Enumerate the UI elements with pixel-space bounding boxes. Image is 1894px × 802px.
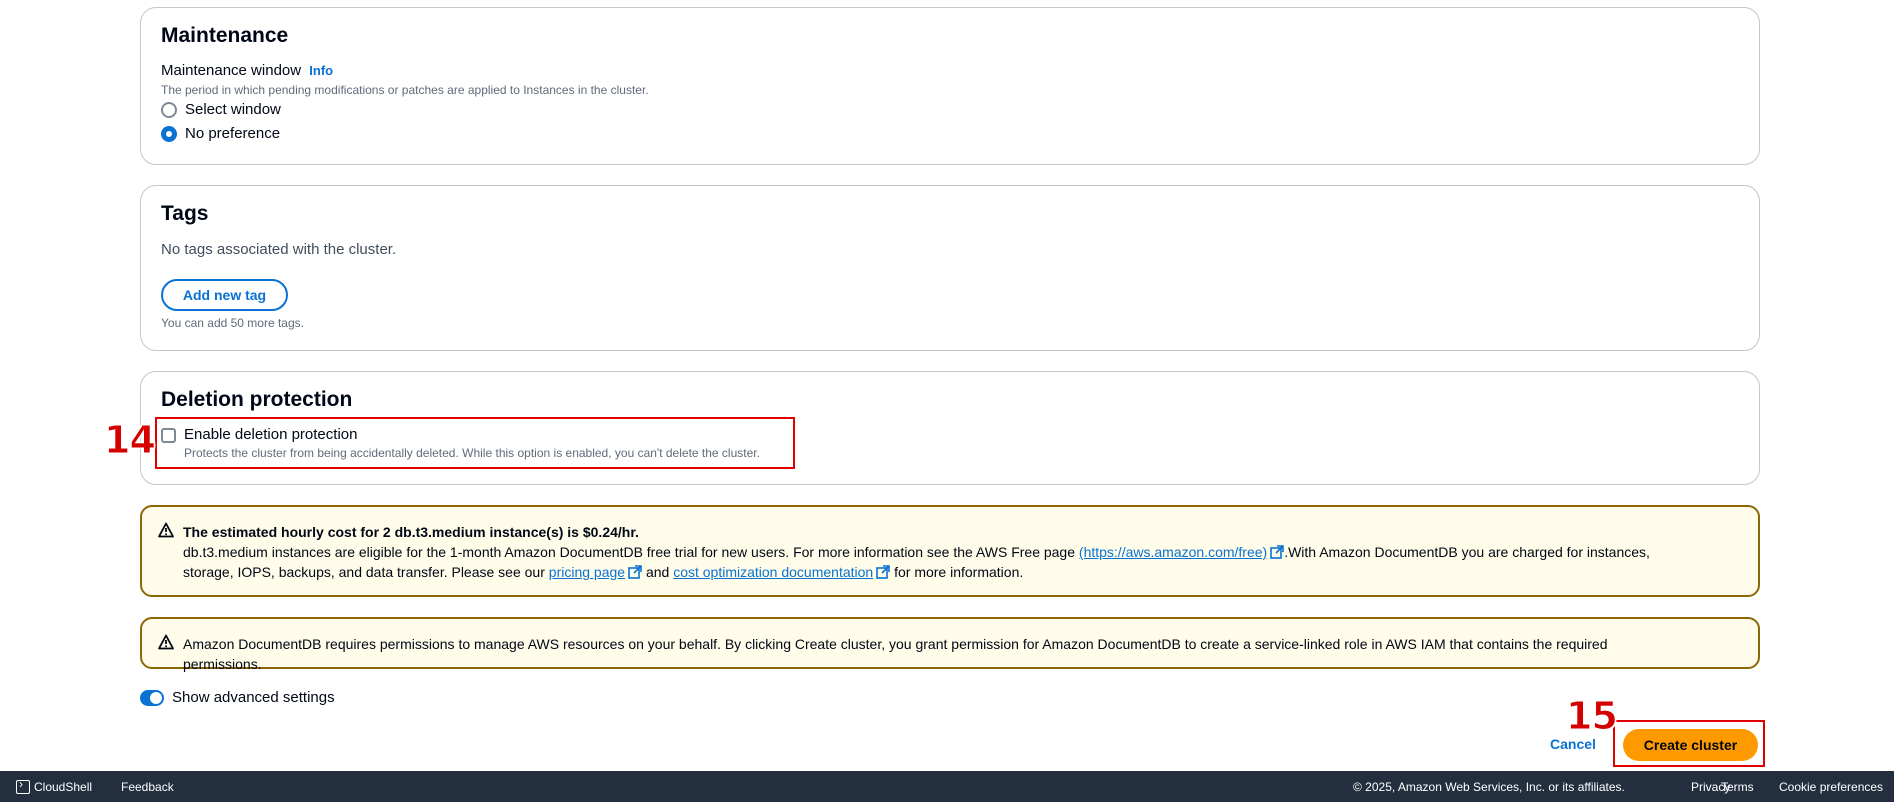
advanced-settings-toggle[interactable]: Show advanced settings bbox=[140, 689, 335, 706]
warning-icon bbox=[158, 634, 174, 650]
radio-button[interactable] bbox=[161, 101, 177, 118]
aws-free-link[interactable]: (https://aws.amazon.com/free) bbox=[1079, 544, 1267, 560]
cloudshell-label: CloudShell bbox=[34, 780, 93, 794]
cost-alert-heading: The estimated hourly cost for 2 db.t3.me… bbox=[183, 524, 639, 540]
tags-panel: Tags No tags associated with the cluster… bbox=[140, 185, 1760, 351]
maintenance-window-label: Maintenance window Info bbox=[161, 62, 333, 79]
radio-no-preference[interactable]: No preference bbox=[161, 125, 280, 142]
info-link[interactable]: Info bbox=[309, 63, 333, 78]
advanced-settings-label: Show advanced settings bbox=[172, 689, 335, 706]
console-footer: CloudShell Feedback © 2025, Amazon Web S… bbox=[0, 771, 1894, 802]
external-link-icon bbox=[1270, 545, 1285, 559]
step-annotation-15: 15 bbox=[1566, 694, 1619, 739]
cost-estimate-alert: The estimated hourly cost for 2 db.t3.me… bbox=[140, 505, 1760, 597]
maintenance-title: Maintenance bbox=[161, 24, 289, 47]
highlight-box-14 bbox=[155, 417, 795, 469]
permission-alert-text: Amazon DocumentDB requires permissions t… bbox=[183, 636, 1608, 672]
maintenance-window-text: Maintenance window bbox=[161, 62, 302, 79]
cost-alert-text: db.t3.medium instances are eligible for … bbox=[183, 542, 1688, 582]
tags-limit-note: You can add 50 more tags. bbox=[161, 316, 304, 330]
cookie-preferences-link[interactable]: Cookie preferences bbox=[1779, 780, 1883, 794]
add-new-tag-button[interactable]: Add new tag bbox=[161, 279, 288, 311]
radio-label: No preference bbox=[185, 125, 281, 142]
cancel-button[interactable]: Cancel bbox=[1550, 736, 1596, 752]
terms-link[interactable]: Terms bbox=[1721, 780, 1754, 794]
external-link-icon bbox=[628, 565, 642, 579]
no-tags-text: No tags associated with the cluster. bbox=[161, 241, 397, 258]
radio-label: Select window bbox=[185, 101, 281, 118]
warning-icon bbox=[158, 522, 174, 538]
cloudshell-icon bbox=[16, 777, 30, 794]
cloudshell-button[interactable]: CloudShell bbox=[16, 777, 93, 794]
step-annotation-14: 14 bbox=[104, 418, 157, 463]
external-link-icon bbox=[876, 565, 891, 579]
highlight-box-15 bbox=[1613, 720, 1765, 767]
cost-text-3: and bbox=[642, 564, 674, 580]
feedback-link[interactable]: Feedback bbox=[121, 780, 174, 794]
copyright-text: © 2025, Amazon Web Services, Inc. or its… bbox=[1353, 780, 1625, 794]
deletion-protection-title: Deletion protection bbox=[161, 388, 353, 411]
pricing-page-link[interactable]: pricing page bbox=[549, 564, 625, 580]
radio-button-selected[interactable] bbox=[161, 125, 177, 142]
permission-alert: Amazon DocumentDB requires permissions t… bbox=[140, 617, 1760, 672]
toggle-switch[interactable] bbox=[140, 689, 164, 706]
maintenance-window-description: The period in which pending modification… bbox=[161, 83, 649, 97]
cost-text-1: db.t3.medium instances are eligible for … bbox=[183, 544, 1079, 560]
radio-select-window[interactable]: Select window bbox=[161, 101, 281, 118]
maintenance-panel: Maintenance Maintenance window Info The … bbox=[140, 7, 1760, 165]
cost-text-4: for more information. bbox=[890, 564, 1024, 580]
cost-optimization-link[interactable]: cost optimization documentation bbox=[673, 564, 873, 580]
tags-title: Tags bbox=[161, 202, 209, 225]
